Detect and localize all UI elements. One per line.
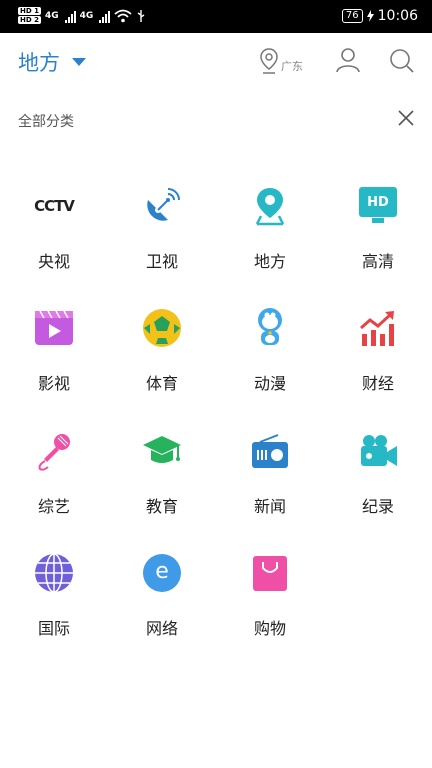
category-local[interactable]: 地方: [216, 170, 324, 280]
search-icon: [390, 49, 414, 73]
category-anime[interactable]: 动漫: [216, 292, 324, 402]
user-button[interactable]: [335, 47, 361, 77]
category-title: 全部分类: [18, 114, 74, 130]
close-icon: [398, 110, 414, 126]
category-label: 高清: [361, 252, 394, 271]
microphone-icon: [32, 429, 76, 473]
wifi-icon: [114, 9, 132, 22]
category-label: 影视: [37, 374, 70, 393]
category-label: 体育: [145, 374, 178, 393]
shopping-bag-icon: [248, 551, 292, 595]
sim1-badge: HD 1: [18, 7, 41, 15]
header: 地方 广东: [0, 33, 432, 93]
category-cctv[interactable]: CCTV 央视: [0, 170, 108, 280]
category-shopping[interactable]: 购物: [216, 537, 324, 647]
dropdown-arrow-icon: [72, 58, 86, 66]
football-icon: [140, 306, 184, 350]
region-selector[interactable]: 地方: [18, 47, 86, 77]
category-network[interactable]: e 网络: [108, 537, 216, 647]
category-label: 动漫: [253, 374, 286, 393]
user-icon: [336, 48, 360, 73]
satellite-dish-icon: [140, 184, 184, 228]
charging-icon: [366, 10, 374, 22]
cctv-logo-icon: CCTV: [34, 197, 75, 215]
category-label: 网络: [145, 619, 178, 638]
sim2-badge: HD 2: [18, 16, 41, 24]
category-education[interactable]: 教育: [108, 415, 216, 525]
status-right: 76 10:06: [341, 8, 418, 24]
signal-icon: [64, 9, 76, 23]
search-button[interactable]: [389, 48, 415, 78]
category-finance[interactable]: 财经: [324, 292, 432, 402]
close-button[interactable]: [397, 109, 415, 131]
sim-badges: HD 1 HD 2: [18, 7, 41, 24]
network-type-2: 4G: [79, 10, 94, 21]
film-play-icon: [32, 306, 76, 350]
status-left: HD 1 HD 2 4G 4G: [18, 7, 146, 24]
category-label: 国际: [37, 619, 70, 638]
signal-icon: [99, 9, 111, 23]
category-label: 财经: [361, 374, 394, 393]
radio-icon: [248, 429, 292, 473]
e-network-icon: e: [140, 551, 184, 595]
category-label: 综艺: [37, 497, 70, 516]
category-label: 卫视: [145, 252, 178, 271]
status-bar: HD 1 HD 2 4G 4G 76 10:06: [0, 0, 432, 33]
graduation-cap-icon: [140, 429, 184, 473]
category-sports[interactable]: 体育: [108, 292, 216, 402]
category-satellite[interactable]: 卫视: [108, 170, 216, 280]
category-international[interactable]: 国际: [0, 537, 108, 647]
category-label: 纪录: [361, 497, 394, 516]
category-variety[interactable]: 综艺: [0, 415, 108, 525]
category-bar: 全部分类: [0, 101, 432, 137]
location-pin-icon: [260, 48, 278, 74]
location-button[interactable]: 广东: [259, 47, 303, 75]
globe-icon: [32, 551, 76, 595]
category-movies[interactable]: 影视: [0, 292, 108, 402]
clock: 10:06: [377, 8, 418, 24]
video-camera-icon: [356, 429, 400, 473]
network-type-1: 4G: [44, 10, 59, 21]
map-pin-icon: [248, 184, 292, 228]
category-label: 地方: [253, 252, 286, 271]
usb-icon: [137, 9, 145, 22]
anime-character-icon: [248, 306, 292, 350]
category-label: 新闻: [253, 497, 286, 516]
category-label: 教育: [145, 497, 178, 516]
category-news[interactable]: 新闻: [216, 415, 324, 525]
finance-chart-icon: [356, 306, 400, 350]
battery-icon: 76: [341, 9, 363, 23]
category-hd[interactable]: HD 高清: [324, 170, 432, 280]
category-documentary[interactable]: 纪录: [324, 415, 432, 525]
region-label: 地方: [18, 51, 60, 75]
category-label: 购物: [253, 619, 286, 638]
category-label: 央视: [37, 252, 70, 271]
location-label: 广东: [281, 60, 303, 73]
hd-monitor-icon: HD: [356, 184, 400, 228]
